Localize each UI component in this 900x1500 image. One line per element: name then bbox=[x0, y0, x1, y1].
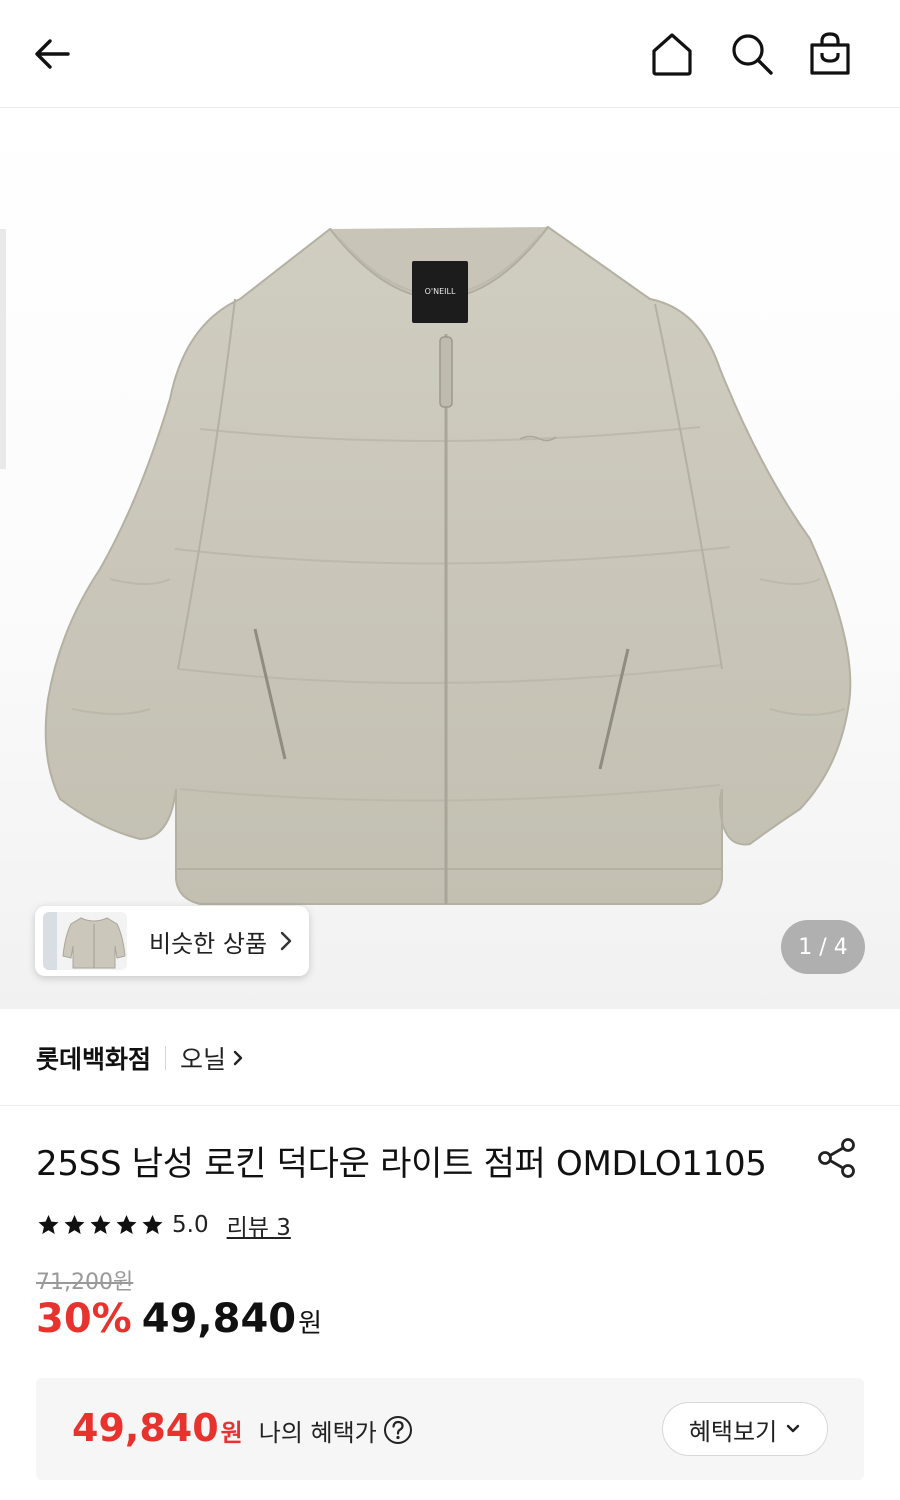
search-button[interactable] bbox=[722, 22, 782, 86]
back-button[interactable] bbox=[22, 22, 82, 86]
star-icon bbox=[38, 1215, 59, 1234]
share-button[interactable] bbox=[808, 1130, 866, 1186]
brand-divider bbox=[165, 1045, 167, 1070]
shopping-bag-icon bbox=[810, 32, 850, 75]
arrow-left-icon bbox=[35, 39, 70, 69]
benefit-price-row: 49,840 원 나의 혜택가 bbox=[72, 1406, 413, 1450]
brand-row: 롯데백화점 오닐 bbox=[0, 1010, 900, 1106]
product-image: O'NEILL bbox=[44, 225, 852, 905]
star-rating bbox=[36, 1213, 166, 1237]
chevron-right-icon bbox=[233, 1050, 243, 1065]
chevron-right-icon bbox=[280, 931, 292, 951]
benefit-label: 나의 혜택가 bbox=[258, 1419, 377, 1447]
product-image-gallery[interactable]: O'NEILL bbox=[0, 109, 900, 1009]
sale-price: 49,840 bbox=[141, 1296, 297, 1342]
discount-rate: 30% bbox=[36, 1296, 132, 1342]
svg-text:O'NEILL: O'NEILL bbox=[425, 287, 456, 296]
view-benefits-label: 혜택보기 bbox=[688, 1417, 778, 1446]
home-icon bbox=[652, 33, 692, 76]
brand-name: 오닐 bbox=[180, 1044, 227, 1074]
view-benefits-button[interactable]: 혜택보기 bbox=[662, 1402, 828, 1456]
review-link[interactable]: 리뷰 3 bbox=[227, 1208, 291, 1242]
rating-value: 5.0 bbox=[172, 1212, 209, 1238]
star-icon bbox=[116, 1215, 137, 1234]
benefit-price: 49,840 bbox=[72, 1406, 219, 1450]
similar-products-label: 비슷한 상품 bbox=[149, 929, 268, 958]
rating-row: 5.0 리뷰 3 bbox=[36, 1208, 291, 1242]
benefit-price-unit: 원 bbox=[220, 1419, 243, 1447]
star-icon bbox=[64, 1215, 85, 1234]
image-page-indicator: 1 / 4 bbox=[781, 920, 865, 974]
store-name: 롯데백화점 bbox=[36, 1044, 152, 1074]
top-navigation-bar bbox=[0, 0, 900, 108]
share-icon bbox=[818, 1138, 855, 1178]
star-icon bbox=[142, 1215, 163, 1234]
search-icon bbox=[732, 34, 773, 75]
cart-button[interactable] bbox=[800, 22, 860, 86]
chevron-down-icon bbox=[786, 1424, 800, 1433]
brand-link[interactable]: 오닐 bbox=[180, 1040, 244, 1076]
benefit-box: 49,840 원 나의 혜택가 혜택보기 bbox=[36, 1378, 864, 1480]
prev-slide-edge bbox=[0, 229, 6, 469]
star-icon bbox=[90, 1215, 111, 1234]
price-row: 30% 49,840 원 bbox=[36, 1296, 322, 1342]
product-title: 25SS 남성 로킨 덕다운 라이트 점퍼 OMDLO1105 bbox=[36, 1144, 767, 1184]
sale-price-unit: 원 bbox=[298, 1309, 323, 1339]
similar-product-thumbnail bbox=[43, 912, 127, 970]
home-button[interactable] bbox=[642, 22, 702, 86]
similar-products-button[interactable]: 비슷한 상품 bbox=[35, 906, 309, 976]
original-price: 71,200원 bbox=[36, 1270, 134, 1295]
help-icon[interactable] bbox=[383, 1415, 413, 1445]
